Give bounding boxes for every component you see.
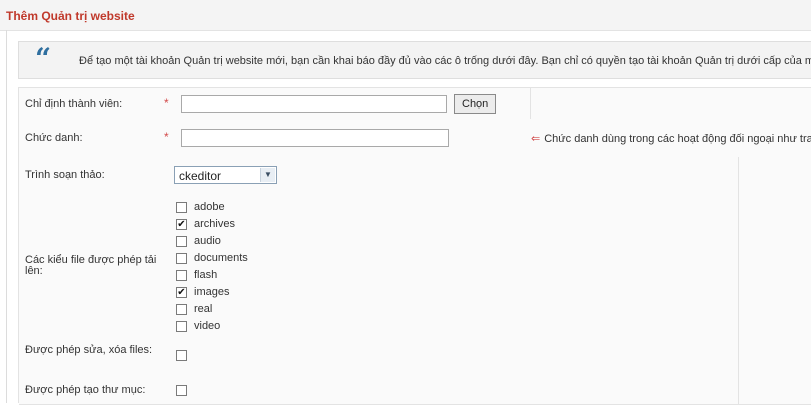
create-folder-checkbox[interactable]	[176, 385, 187, 396]
checkbox-video[interactable]	[176, 321, 187, 332]
edit-delete-files-row: Được phép sửa, xóa files:	[19, 338, 811, 375]
member-input[interactable]	[181, 95, 447, 113]
column-divider	[738, 338, 739, 374]
checkbox-label-archives: archives	[194, 218, 235, 230]
checkbox-documents[interactable]	[176, 253, 187, 264]
editor-select-value: ckeditor	[179, 169, 222, 183]
position-input[interactable]	[181, 129, 449, 147]
position-hint: ⇐ Chức danh dùng trong các hoạt động đối …	[531, 132, 811, 145]
checkbox-images[interactable]: ✔	[176, 287, 187, 298]
checkbox-label-adobe: adobe	[194, 201, 225, 213]
position-row: Chức danh: * ⇐ Chức danh dùng trong các h…	[19, 119, 811, 158]
left-divider	[6, 30, 7, 403]
column-divider	[738, 157, 739, 192]
create-folder-row: Được phép tạo thư mục:	[19, 374, 811, 405]
column-divider	[738, 192, 739, 338]
checkbox-audio[interactable]	[176, 236, 187, 247]
checkbox-label-images: images	[194, 286, 230, 298]
left-arrow-icon: ⇐	[531, 133, 541, 145]
checkbox-adobe[interactable]	[176, 202, 187, 213]
page-header: Thêm Quản trị website	[0, 0, 811, 31]
editor-row: Trình soạn thảo: ckeditor ▼	[19, 157, 811, 193]
required-mark: *	[164, 130, 169, 144]
member-row: Chỉ định thành viên: * Chọn	[19, 88, 811, 120]
checkbox-label-flash: flash	[194, 269, 218, 281]
checkbox-label-video: video	[194, 320, 221, 332]
edit-delete-files-label: Được phép sửa, xóa files:	[25, 344, 153, 356]
editor-select[interactable]: ckeditor ▼	[174, 166, 277, 184]
info-note-text: Để tạo một tài khoản Quản trị website mớ…	[79, 55, 811, 67]
admin-form: Chỉ định thành viên: * Chọn Chức danh: *…	[18, 87, 811, 405]
column-divider	[738, 374, 739, 404]
checkbox-flash[interactable]	[176, 270, 187, 281]
editor-label: Trình soạn thảo:	[25, 169, 105, 181]
file-types-label: Các kiểu file được phép tải lên:	[25, 254, 157, 277]
member-label: Chỉ định thành viên:	[25, 98, 123, 110]
chevron-down-icon[interactable]: ▼	[260, 168, 275, 182]
column-divider	[530, 88, 531, 119]
quote-icon: “	[35, 42, 52, 75]
checkbox-label-real: real	[194, 303, 213, 315]
create-folder-label: Được phép tạo thư mục:	[25, 384, 146, 396]
checkbox-real[interactable]	[176, 304, 187, 315]
choose-member-button[interactable]: Chọn	[454, 94, 497, 114]
edit-delete-files-checkbox[interactable]	[176, 350, 187, 361]
checkbox-archives[interactable]: ✔	[176, 219, 187, 230]
required-mark: *	[164, 96, 169, 110]
file-types-row: Các kiểu file được phép tải lên: adobe ✔…	[19, 192, 811, 339]
page-title: Thêm Quản trị website	[6, 9, 135, 23]
position-hint-text: Chức danh dùng trong các hoạt động đối n…	[544, 133, 811, 145]
position-label: Chức danh:	[25, 132, 83, 144]
info-note: “ Để tạo một tài khoản Quản trị website …	[18, 41, 811, 79]
checkbox-label-audio: audio	[194, 235, 221, 247]
checkbox-label-documents: documents	[194, 252, 248, 264]
